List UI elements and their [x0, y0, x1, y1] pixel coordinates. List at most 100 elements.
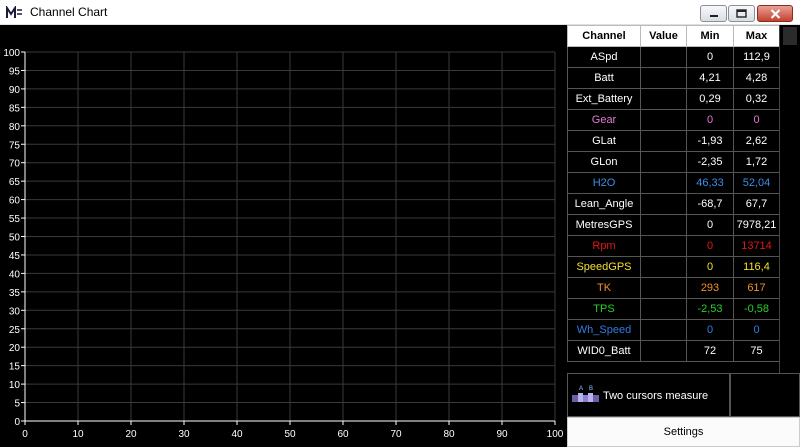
channel-value-cell — [640, 193, 687, 215]
close-button[interactable] — [757, 5, 793, 22]
y-tick-label: 70 — [9, 159, 21, 170]
channel-min-cell: -1,93 — [686, 130, 734, 152]
x-tick-label: 80 — [443, 429, 455, 440]
table-row[interactable]: WID0_Batt 72 75 — [567, 340, 780, 362]
title-bar: Channel Chart — [0, 0, 800, 25]
channel-min-cell: -68,7 — [686, 193, 734, 215]
channel-name-cell: MetresGPS — [567, 214, 641, 236]
svg-text:B: B — [589, 386, 593, 392]
channel-name-cell: ASpd — [567, 46, 641, 68]
y-tick-label: 65 — [9, 177, 21, 188]
channel-name-cell: Rpm — [567, 235, 641, 257]
header-channel[interactable]: Channel — [567, 25, 641, 47]
channel-max-cell: 7978,21 — [733, 214, 780, 236]
header-value[interactable]: Value — [640, 25, 687, 47]
y-tick-label: 20 — [9, 343, 21, 354]
close-icon — [770, 8, 780, 19]
scrollbar-thumb[interactable] — [783, 27, 797, 45]
maximize-icon — [736, 9, 747, 18]
channel-value-cell — [640, 277, 687, 299]
x-tick-label: 0 — [22, 429, 28, 440]
y-tick-label: 55 — [9, 214, 21, 225]
maximize-button[interactable] — [728, 5, 755, 22]
channel-value-cell — [640, 151, 687, 173]
x-tick-label: 70 — [390, 429, 402, 440]
channel-name-cell: GLon — [567, 151, 641, 173]
table-row[interactable]: H2O 46,33 52,04 — [567, 172, 780, 194]
channel-name-cell: Ext_Battery — [567, 88, 641, 110]
window-title: Channel Chart — [30, 5, 108, 19]
svg-text:A: A — [579, 386, 583, 392]
channel-max-cell: 2,62 — [733, 130, 780, 152]
channel-value-cell — [640, 340, 687, 362]
channel-value-cell — [640, 319, 687, 341]
channel-max-cell: 75 — [733, 340, 780, 362]
header-min[interactable]: Min — [686, 25, 734, 47]
y-tick-label: 15 — [9, 362, 21, 373]
channel-name-cell: SpeedGPS — [567, 256, 641, 278]
channel-max-cell: 116,4 — [733, 256, 780, 278]
channel-min-cell: 0 — [686, 235, 734, 257]
y-tick-label: 40 — [9, 269, 21, 280]
x-tick-label: 20 — [125, 429, 137, 440]
table-row[interactable]: GLat -1,93 2,62 — [567, 130, 780, 152]
channel-max-cell: 0 — [733, 109, 780, 131]
x-tick-label: 60 — [337, 429, 349, 440]
table-row[interactable]: Wh_Speed 0 0 — [567, 319, 780, 341]
channel-value-cell — [640, 46, 687, 68]
y-tick-label: 95 — [9, 66, 21, 77]
channel-chart[interactable]: 0 5 10 15 20 25 30 35 40 45 50 55 60 65 70 75 80 85 90 95 10… — [0, 25, 567, 447]
y-tick-label: 85 — [9, 103, 21, 114]
channel-name-cell: GLat — [567, 130, 641, 152]
channel-min-cell: 0 — [686, 319, 734, 341]
table-row[interactable]: SpeedGPS 0 116,4 — [567, 256, 780, 278]
header-max[interactable]: Max — [733, 25, 780, 47]
table-row[interactable]: Batt 4,21 4,28 — [567, 67, 780, 89]
table-scrollbar[interactable] — [779, 25, 800, 373]
channel-min-cell: -2,53 — [686, 298, 734, 320]
channel-min-cell: 46,33 — [686, 172, 734, 194]
chart-panel[interactable]: 0 5 10 15 20 25 30 35 40 45 50 55 60 65 70 75 80 85 90 95 10… — [0, 25, 567, 447]
channel-max-cell: 0 — [733, 319, 780, 341]
channel-max-cell: 4,28 — [733, 67, 780, 89]
channel-rows: ASpd 0 112,9 Batt 4,21 4,28 Ext_Battery 0,29 0,3… — [567, 46, 780, 362]
y-tick-label: 10 — [9, 380, 21, 391]
table-row[interactable]: Lean_Angle -68,7 67,7 — [567, 193, 780, 215]
channel-max-cell: 112,9 — [733, 46, 780, 68]
y-tick-label: 75 — [9, 140, 21, 151]
channel-value-cell — [640, 67, 687, 89]
y-tick-label: 60 — [9, 196, 21, 207]
channel-name-cell: TK — [567, 277, 641, 299]
two-cursors-tool[interactable]: A B Two cursors measure — [567, 373, 730, 417]
channel-name-cell: TPS — [567, 298, 641, 320]
channel-name-cell: Gear — [567, 109, 641, 131]
table-row[interactable]: ASpd 0 112,9 — [567, 46, 780, 68]
channel-min-cell: 72 — [686, 340, 734, 362]
channel-value-cell — [640, 256, 687, 278]
y-tick-label: 80 — [9, 122, 21, 133]
channel-value-cell — [640, 172, 687, 194]
y-tick-label: 45 — [9, 251, 21, 262]
channel-max-cell: 0,32 — [733, 88, 780, 110]
channel-value-cell — [640, 298, 687, 320]
settings-button[interactable]: Settings — [567, 417, 800, 447]
minimize-button[interactable] — [700, 5, 727, 22]
cursor-info-box — [730, 373, 800, 417]
channel-table-container: Channel Value Min Max ASpd 0 112,9 Batt 4,21… — [567, 25, 780, 362]
table-row[interactable]: TPS -2,53 -0,58 — [567, 298, 780, 320]
channel-value-cell — [640, 130, 687, 152]
x-tick-label: 50 — [284, 429, 296, 440]
table-row[interactable]: MetresGPS 0 7978,21 — [567, 214, 780, 236]
channel-name-cell: Wh_Speed — [567, 319, 641, 341]
channel-value-cell — [640, 235, 687, 257]
table-row[interactable]: GLon -2,35 1,72 — [567, 151, 780, 173]
y-tick-label: 100 — [3, 48, 20, 59]
x-tick-label: 10 — [72, 429, 84, 440]
table-row[interactable]: Ext_Battery 0,29 0,32 — [567, 88, 780, 110]
minimize-icon — [709, 14, 718, 17]
table-row[interactable]: Rpm 0 13714 — [567, 235, 780, 257]
table-row[interactable]: Gear 0 0 — [567, 109, 780, 131]
channel-name-cell: Batt — [567, 67, 641, 89]
table-row[interactable]: TK 293 617 — [567, 277, 780, 299]
channel-min-cell: 0 — [686, 109, 734, 131]
